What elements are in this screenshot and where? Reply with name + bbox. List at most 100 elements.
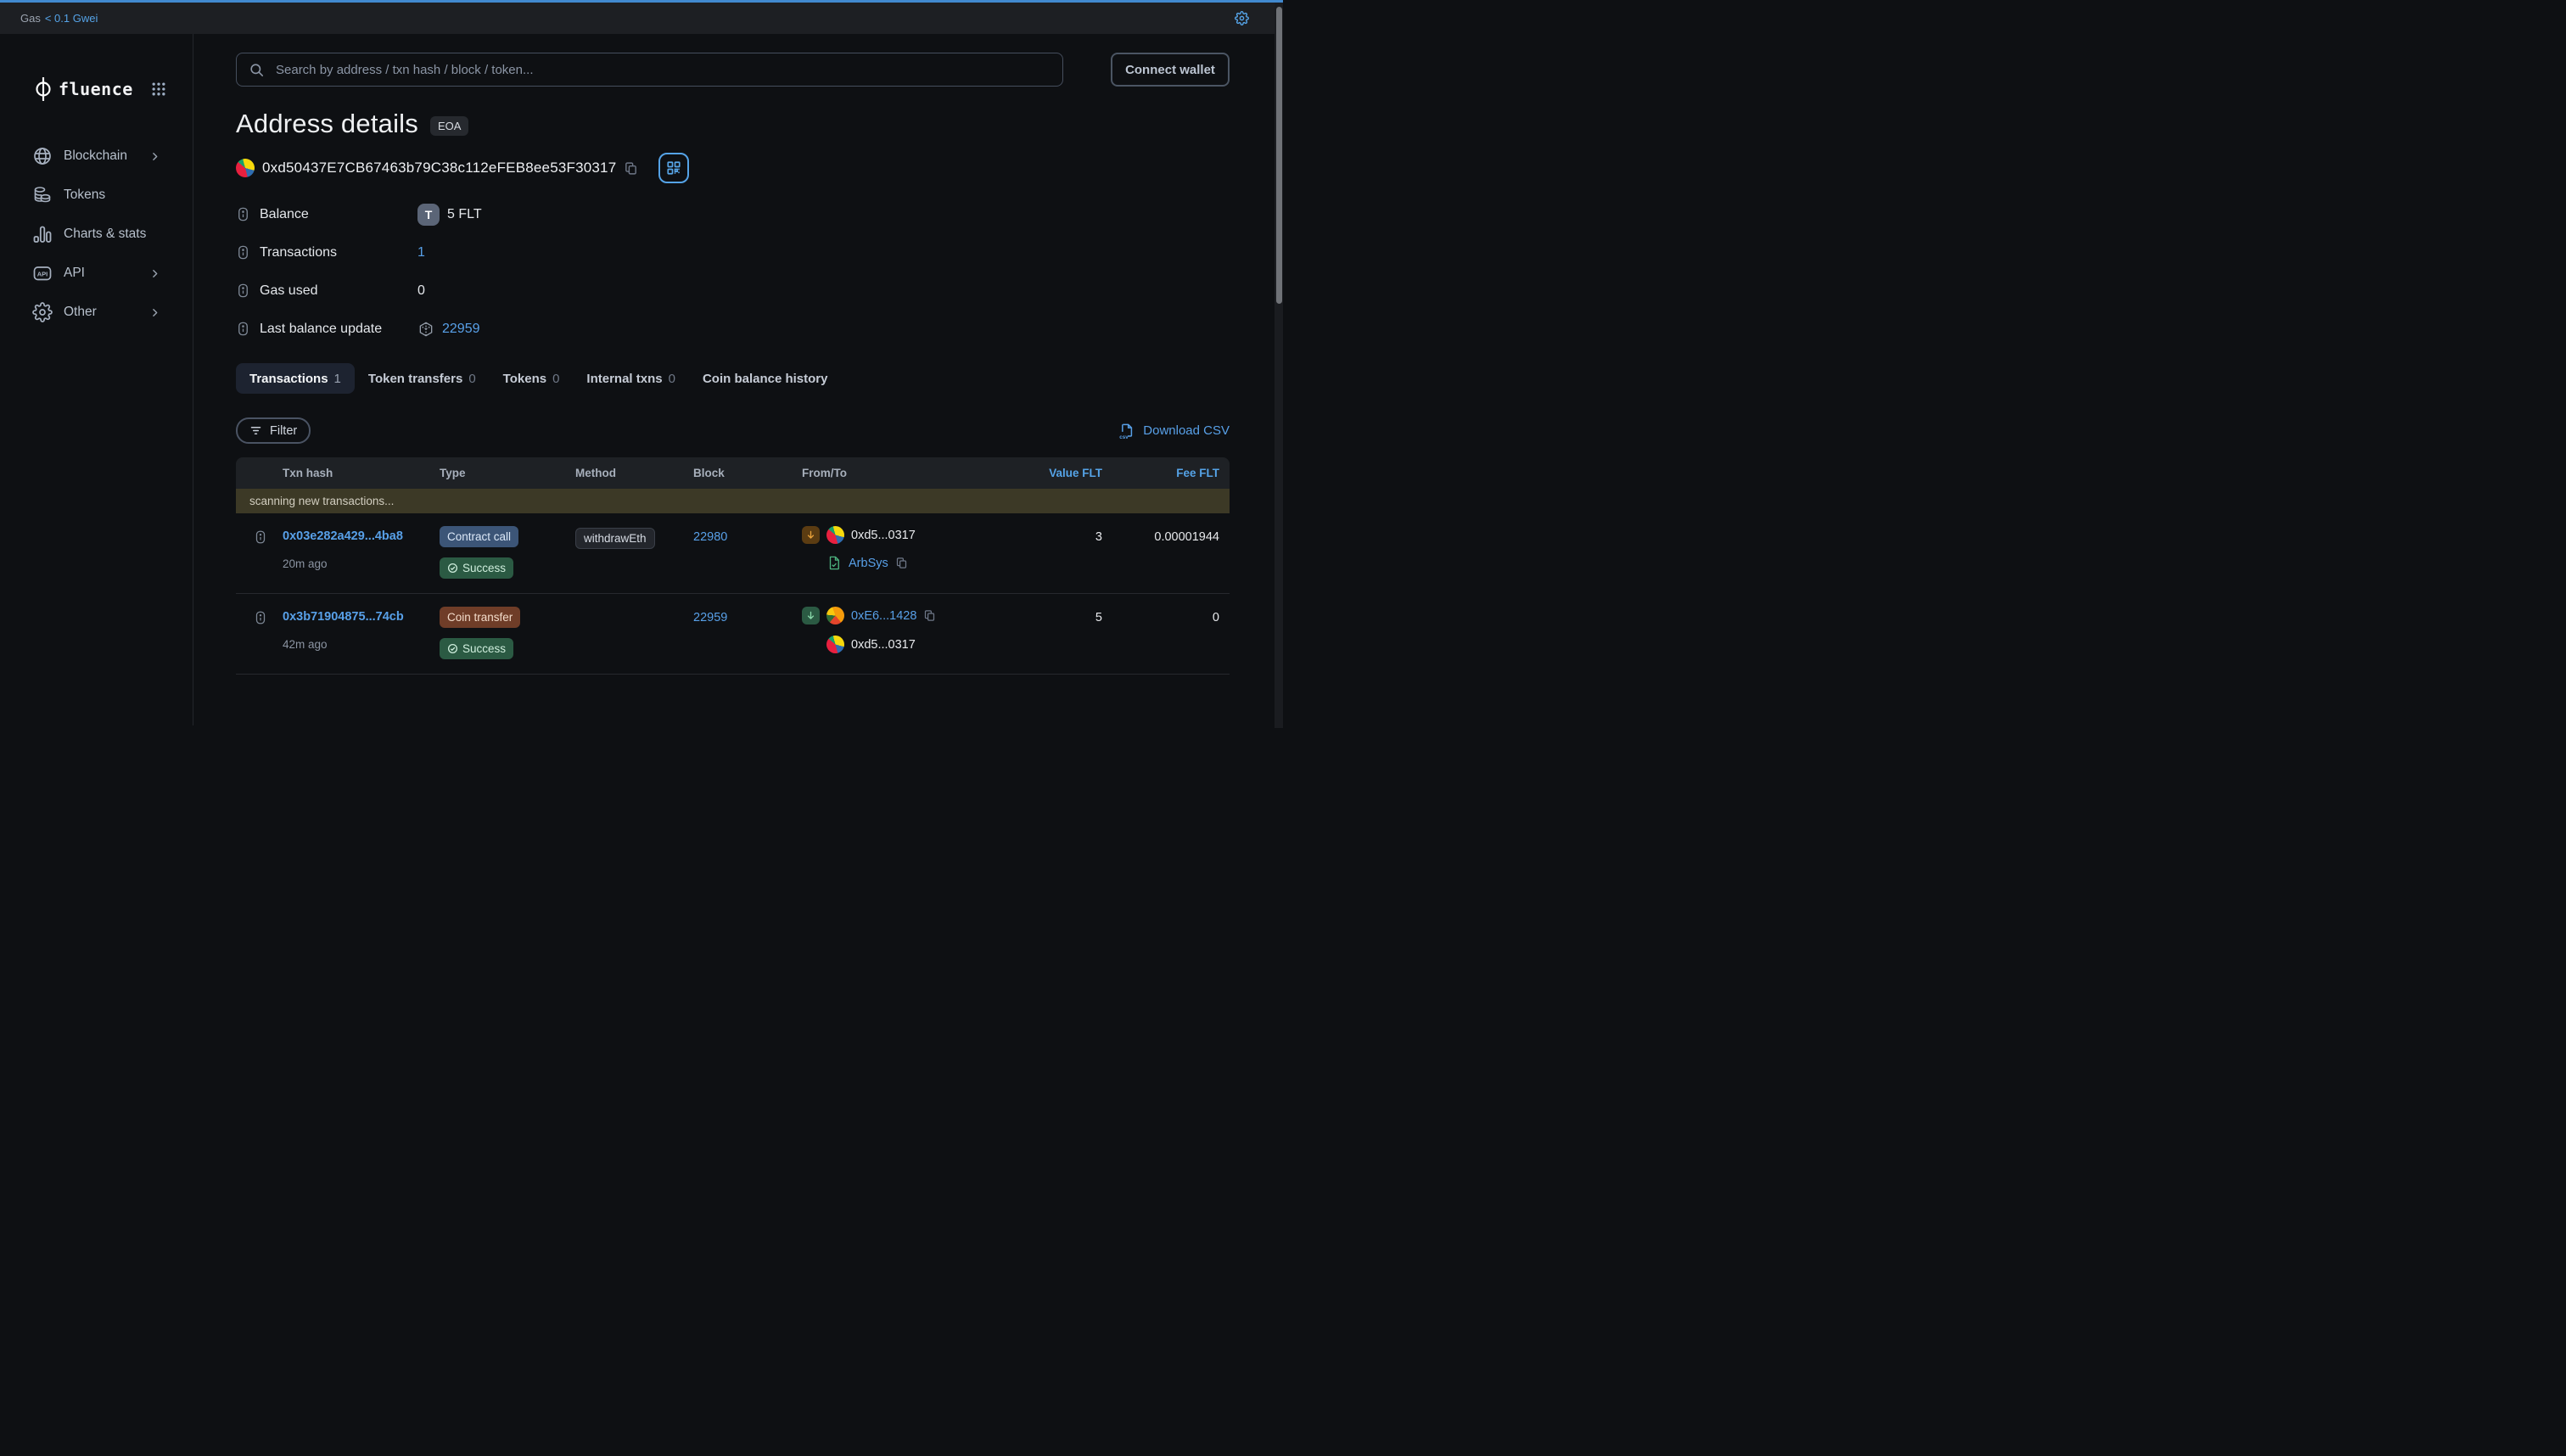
filter-label: Filter	[270, 424, 297, 438]
filter-button[interactable]: Filter	[236, 417, 311, 444]
gear-icon	[32, 302, 53, 322]
tab-coin-balance-history[interactable]: Coin balance history	[689, 363, 842, 394]
tx-info-icon[interactable]	[236, 610, 273, 625]
sidebar-item-label: Charts & stats	[64, 227, 146, 242]
globe-icon	[32, 146, 53, 166]
filter-icon	[249, 424, 262, 437]
address-hash[interactable]: 0xd50437E7CB67463b79C38c112eFEB8ee53F303…	[262, 160, 616, 176]
tab-transactions[interactable]: Transactions 1	[236, 363, 355, 394]
tab-label: Transactions	[249, 372, 328, 386]
svg-text:API: API	[37, 270, 48, 277]
gas-used-label: Gas used	[260, 283, 317, 299]
sidebar: fluence Blockchain Tokens	[0, 34, 193, 725]
tab-tokens[interactable]: Tokens 0	[490, 363, 574, 394]
block-link[interactable]: 22959	[693, 611, 727, 624]
col-fee-flt[interactable]: Fee FLT	[1176, 467, 1230, 479]
balance-value: 5 FLT	[447, 207, 482, 222]
from-address-avatar	[826, 526, 844, 544]
from-address-link[interactable]: 0xE6...1428	[851, 609, 916, 623]
contract-doc-icon	[826, 555, 842, 571]
tab-token-transfers[interactable]: Token transfers 0	[355, 363, 490, 394]
table-row: 0x3b71904875...74cb 42m ago Coin transfe…	[236, 594, 1230, 675]
info-hint-icon[interactable]	[236, 321, 250, 337]
sidebar-item-api[interactable]: API API	[0, 256, 193, 290]
tx-info-icon[interactable]	[236, 529, 273, 545]
csv-file-icon: csv	[1118, 423, 1135, 440]
last-balance-update-label: Last balance update	[260, 322, 382, 337]
search-icon	[249, 62, 265, 78]
block-link[interactable]: 22980	[693, 530, 727, 544]
address-avatar	[236, 159, 255, 177]
sidebar-item-blockchain[interactable]: Blockchain	[0, 139, 193, 173]
download-csv-label: Download CSV	[1143, 423, 1230, 438]
address-type-badge: EOA	[430, 116, 468, 136]
from-address-avatar	[826, 607, 844, 624]
apps-grid-icon[interactable]	[150, 81, 167, 98]
download-csv-link[interactable]: csv Download CSV	[1118, 423, 1230, 440]
txn-type-tag: Coin transfer	[440, 607, 520, 628]
qr-code-button[interactable]	[658, 153, 689, 183]
sidebar-item-label: API	[64, 266, 85, 281]
transactions-count-link[interactable]: 1	[417, 245, 425, 260]
sidebar-item-label: Other	[64, 305, 97, 320]
transactions-label: Transactions	[260, 245, 337, 260]
txn-method-tag: withdrawEth	[575, 528, 655, 549]
scanning-notice: scanning new transactions...	[236, 489, 1230, 513]
table-header-row: Txn hash Type Method Block From/To Value…	[236, 457, 1230, 489]
col-txn-hash: Txn hash	[273, 467, 422, 479]
qr-code-icon	[666, 160, 681, 176]
search-input[interactable]	[274, 62, 1050, 78]
gas-used-value: 0	[417, 283, 425, 299]
copy-icon[interactable]	[895, 557, 908, 569]
page-title: Address details	[236, 109, 418, 139]
col-value-flt[interactable]: Value FLT	[1049, 467, 1102, 479]
tab-count: 0	[468, 372, 475, 386]
info-hint-icon[interactable]	[236, 206, 250, 222]
fluence-logo-text[interactable]: fluence	[59, 79, 133, 99]
col-from-to: From/To	[788, 467, 1034, 479]
success-check-icon	[447, 643, 458, 654]
sidebar-item-charts-stats[interactable]: Charts & stats	[0, 217, 193, 251]
info-hint-icon[interactable]	[236, 244, 250, 260]
from-address: 0xd5...0317	[851, 529, 916, 542]
txn-value: 3	[1095, 530, 1102, 544]
txn-hash-link[interactable]: 0x03e282a429...4ba8	[283, 529, 403, 543]
sidebar-item-tokens[interactable]: Tokens	[0, 178, 193, 212]
tab-internal-txns[interactable]: Internal txns 0	[573, 363, 689, 394]
txn-fee: 0	[1213, 611, 1230, 624]
direction-in-icon	[802, 607, 820, 624]
direction-out-icon	[802, 526, 820, 544]
sidebar-item-other[interactable]: Other	[0, 295, 193, 329]
txn-status-tag: Success	[440, 638, 513, 659]
tab-bar: Transactions 1 Token transfers 0 Tokens …	[236, 363, 1230, 394]
settings-gear-icon[interactable]	[1235, 11, 1249, 25]
copy-address-icon[interactable]	[624, 161, 638, 176]
txn-hash-link[interactable]: 0x3b71904875...74cb	[283, 610, 404, 624]
info-hint-icon[interactable]	[236, 283, 250, 299]
last-balance-update-block-link[interactable]: 22959	[442, 322, 480, 337]
token-icon: T	[417, 204, 440, 226]
topbar: Gas < 0.1 Gwei	[0, 0, 1283, 34]
fluence-logo-icon[interactable]	[32, 76, 54, 102]
txn-value: 5	[1095, 611, 1102, 624]
gas-tracker[interactable]: Gas < 0.1 Gwei	[20, 12, 98, 25]
txn-age: 20m ago	[283, 557, 422, 570]
to-address-avatar	[826, 636, 844, 653]
scrollbar-thumb[interactable]	[1276, 7, 1282, 304]
copy-icon[interactable]	[923, 609, 936, 622]
sidebar-item-label: Tokens	[64, 188, 105, 203]
to-address: 0xd5...0317	[851, 638, 916, 652]
tab-label: Token transfers	[368, 372, 462, 386]
info-row-transactions: Transactions 1	[236, 233, 1230, 272]
gas-label: Gas	[20, 12, 41, 25]
main-content: Connect wallet Address details EOA 0xd50…	[193, 34, 1283, 725]
connect-wallet-button[interactable]: Connect wallet	[1111, 53, 1230, 87]
txn-fee: 0.00001944	[1154, 530, 1230, 544]
info-row-balance: Balance T 5 FLT	[236, 195, 1230, 233]
search-box	[236, 53, 1063, 87]
bar-chart-icon	[32, 224, 53, 244]
col-block: Block	[676, 467, 788, 479]
to-address-link[interactable]: ArbSys	[849, 557, 888, 570]
txn-type-tag: Contract call	[440, 526, 518, 547]
tab-count: 0	[669, 372, 675, 386]
